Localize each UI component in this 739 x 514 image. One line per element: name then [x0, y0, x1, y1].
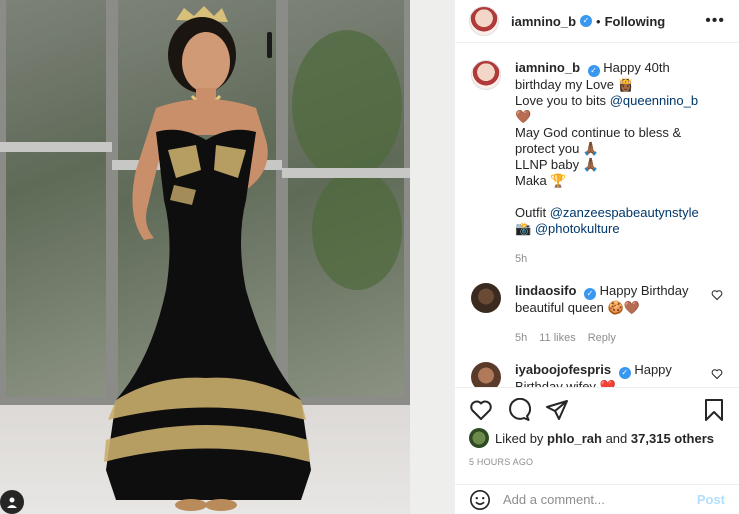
- like-comment-heart-icon[interactable]: [711, 368, 723, 380]
- comment-bubble-icon[interactable]: [507, 398, 531, 422]
- author-avatar[interactable]: [469, 6, 499, 36]
- post-details-panel: iamnino_b ✓ • Following ••• iamnino_b ✓ …: [454, 0, 739, 514]
- verified-badge-icon: ✓: [584, 288, 597, 300]
- like-comment-heart-icon[interactable]: [711, 289, 723, 301]
- likes-count[interactable]: 37,315 others: [631, 431, 714, 446]
- comment-username[interactable]: lindaosifo: [515, 283, 576, 298]
- save-bookmark-icon[interactable]: [703, 398, 725, 422]
- comment-username[interactable]: iyaboojofespris: [515, 362, 611, 377]
- caption-line: Maka 🏆: [515, 173, 567, 188]
- liker-username[interactable]: phlo_rah: [547, 431, 602, 446]
- caption-line: LLNP baby 🙏🏾: [515, 157, 599, 172]
- author-avatar-small[interactable]: [471, 60, 501, 90]
- commenter-avatar[interactable]: [471, 283, 501, 313]
- caption-body: iamnino_b ✓ Happy 40th birthday my Love …: [515, 60, 715, 267]
- comment-body: iyaboojofespris ✓ Happy Birthday wifey ❤…: [515, 362, 715, 387]
- caption-meta: 5h: [515, 251, 715, 267]
- caption-line: May God continue to bless & protect you …: [515, 125, 682, 156]
- tagged-user-icon[interactable]: [0, 490, 24, 514]
- verified-badge-icon: ✓: [618, 367, 631, 379]
- action-bar: [455, 387, 739, 432]
- caption-emoji: 🤎: [515, 109, 532, 124]
- commenter-avatar[interactable]: [471, 362, 501, 387]
- post-photo[interactable]: [0, 0, 454, 514]
- following-button[interactable]: Following: [605, 14, 666, 29]
- caption: iamnino_b ✓ Happy 40th birthday my Love …: [471, 60, 723, 267]
- liked-by-prefix: Liked by: [495, 430, 544, 446]
- wall-column: [410, 0, 454, 514]
- add-comment-bar: Add a comment... Post: [455, 484, 739, 514]
- camera-emoji: 📸: [515, 221, 532, 236]
- likes-summary: Liked by phlo_rah and 37,315 others: [469, 428, 714, 448]
- reply-button[interactable]: Reply: [588, 330, 616, 346]
- verified-badge-icon: ✓: [587, 65, 600, 77]
- post-header: iamnino_b ✓ • Following •••: [455, 0, 739, 43]
- post-comment-button[interactable]: Post: [697, 492, 725, 507]
- mention-link[interactable]: @queennino_b: [610, 93, 698, 108]
- separator: •: [596, 13, 601, 29]
- liked-by-joiner: and: [605, 430, 628, 446]
- person-icon: [7, 497, 17, 508]
- comment-item: iyaboojofespris ✓ Happy Birthday wifey ❤…: [471, 362, 723, 387]
- comment-time[interactable]: 5h: [515, 330, 527, 346]
- comment-likes[interactable]: 11 likes: [539, 330, 575, 346]
- comment-meta: 5h 11 likes Reply: [515, 330, 715, 346]
- woman-in-gown: [104, 6, 311, 511]
- post-date[interactable]: 5 HOURS AGO: [469, 457, 533, 467]
- caption-time[interactable]: 5h: [515, 251, 527, 267]
- share-direct-icon[interactable]: [545, 398, 569, 422]
- liker-avatar[interactable]: [469, 428, 489, 448]
- mention-link[interactable]: @zanzeespabeautynstyle: [550, 205, 699, 220]
- outfit-label: Outfit: [515, 205, 547, 220]
- author-username[interactable]: iamnino_b: [511, 14, 576, 29]
- comment-input[interactable]: Add a comment...: [503, 492, 697, 507]
- verified-badge-icon: ✓: [580, 15, 593, 27]
- more-options-icon[interactable]: •••: [705, 12, 725, 30]
- caption-username[interactable]: iamnino_b: [515, 60, 580, 75]
- like-heart-icon[interactable]: [469, 398, 493, 422]
- caption-line: Love you to bits: [515, 93, 607, 108]
- tree-foliage: [312, 170, 402, 290]
- window-glass: [6, 0, 106, 397]
- mention-link[interactable]: @photokulture: [535, 221, 620, 236]
- emoji-smiley-icon[interactable]: [469, 489, 491, 511]
- comment-item: lindaosifo ✓ Happy Birthday beautiful qu…: [471, 283, 723, 346]
- comments-list[interactable]: iamnino_b ✓ Happy 40th birthday my Love …: [455, 44, 739, 387]
- comment-body: lindaosifo ✓ Happy Birthday beautiful qu…: [515, 283, 715, 346]
